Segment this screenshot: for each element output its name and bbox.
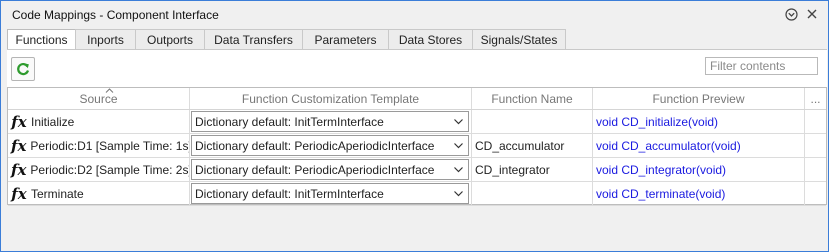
code-mappings-window: Code Mappings - Component Interface Func… xyxy=(0,0,829,252)
window-menu-button[interactable] xyxy=(784,7,798,21)
column-header-label: Source xyxy=(79,92,118,106)
tab-label: Parameters xyxy=(314,32,377,47)
functions-table: Source Function Customization Template F… xyxy=(7,87,827,206)
column-chooser-label: ... xyxy=(810,92,821,106)
fx-icon: fx xyxy=(11,112,27,131)
column-header-source[interactable]: Source xyxy=(8,88,190,110)
extra-cell xyxy=(805,182,826,206)
template-dropdown[interactable]: Dictionary default: InitTermInterface xyxy=(191,183,469,204)
function-name-value: CD_integrator xyxy=(475,162,550,177)
tab-signals-states[interactable]: Signals/States xyxy=(472,29,566,49)
source-label: Periodic:D2 [Sample Time: 2s] xyxy=(30,162,190,177)
template-value: Dictionary default: PeriodicAperiodicInt… xyxy=(195,162,435,177)
function-preview-value: void CD_integrator(void) xyxy=(596,162,727,177)
tab-bar: Functions Inports Outports Data Transfer… xyxy=(7,29,566,50)
source-cell: fx Initialize xyxy=(8,110,190,134)
source-label: Initialize xyxy=(31,114,75,129)
close-button[interactable] xyxy=(805,7,819,21)
tab-label: Data Stores xyxy=(398,32,463,47)
template-cell: Dictionary default: InitTermInterface xyxy=(190,110,472,134)
tab-label: Signals/States xyxy=(480,32,558,47)
column-header-function-preview[interactable]: Function Preview xyxy=(593,88,805,110)
tab-data-transfers[interactable]: Data Transfers xyxy=(204,29,303,49)
function-preview-cell: void CD_terminate(void) xyxy=(593,182,805,206)
source-cell: fx Periodic:D1 [Sample Time: 1s] xyxy=(8,134,190,158)
tab-label: Data Transfers xyxy=(214,32,293,47)
chevron-down-circle-icon xyxy=(784,7,798,21)
function-name-cell[interactable] xyxy=(472,182,593,206)
tab-label: Inports xyxy=(87,32,124,47)
function-name-value: CD_accumulator xyxy=(475,138,565,153)
refresh-button[interactable] xyxy=(11,57,35,81)
function-name-cell[interactable] xyxy=(472,110,593,134)
function-preview-cell: void CD_integrator(void) xyxy=(593,158,805,182)
column-header-function-name[interactable]: Function Name xyxy=(472,88,593,110)
source-label: Periodic:D1 [Sample Time: 1s] xyxy=(30,138,190,153)
template-value: Dictionary default: InitTermInterface xyxy=(195,114,384,129)
function-preview-value: void CD_initialize(void) xyxy=(596,114,719,129)
table-row[interactable]: fx Terminate Dictionary default: InitTer… xyxy=(8,182,826,206)
function-preview-value: void CD_terminate(void) xyxy=(596,186,726,201)
tab-label: Outports xyxy=(146,32,194,47)
table-row[interactable]: fx Periodic:D1 [Sample Time: 1s] Diction… xyxy=(8,134,826,158)
template-dropdown[interactable]: Dictionary default: PeriodicAperiodicInt… xyxy=(191,135,469,156)
template-dropdown[interactable]: Dictionary default: InitTermInterface xyxy=(191,111,469,132)
filter-contents-input[interactable] xyxy=(705,57,818,75)
column-header-template[interactable]: Function Customization Template xyxy=(190,88,472,110)
extra-cell xyxy=(805,110,826,134)
template-value: Dictionary default: PeriodicAperiodicInt… xyxy=(195,138,435,153)
table-row[interactable]: fx Periodic:D2 [Sample Time: 2s] Diction… xyxy=(8,158,826,182)
title-bar: Code Mappings - Component Interface xyxy=(1,1,828,27)
template-value: Dictionary default: InitTermInterface xyxy=(195,186,384,201)
source-label: Terminate xyxy=(31,186,84,201)
chevron-down-icon xyxy=(454,191,463,197)
source-cell: fx Terminate xyxy=(8,182,190,206)
tab-label: Functions xyxy=(15,33,68,47)
window-title: Code Mappings - Component Interface xyxy=(12,8,219,22)
column-header-label: Function Customization Template xyxy=(241,92,420,106)
column-header-label: Function Name xyxy=(491,92,573,106)
source-cell: fx Periodic:D2 [Sample Time: 2s] xyxy=(8,158,190,182)
template-cell: Dictionary default: PeriodicAperiodicInt… xyxy=(190,158,472,182)
template-dropdown[interactable]: Dictionary default: PeriodicAperiodicInt… xyxy=(191,159,469,180)
fx-icon: fx xyxy=(11,184,27,203)
fx-icon: fx xyxy=(11,136,27,155)
tab-data-stores[interactable]: Data Stores xyxy=(388,29,473,49)
tab-inports[interactable]: Inports xyxy=(75,29,136,49)
sort-ascending-icon xyxy=(105,88,114,93)
template-cell: Dictionary default: PeriodicAperiodicInt… xyxy=(190,134,472,158)
function-preview-cell: void CD_initialize(void) xyxy=(593,110,805,134)
function-name-cell[interactable]: CD_accumulator xyxy=(472,134,593,158)
function-preview-cell: void CD_accumulator(void) xyxy=(593,134,805,158)
column-header-label: Function Preview xyxy=(652,92,745,106)
template-cell: Dictionary default: InitTermInterface xyxy=(190,182,472,206)
extra-cell xyxy=(805,158,826,182)
chevron-down-icon xyxy=(454,167,463,173)
column-chooser-button[interactable]: ... xyxy=(805,88,826,110)
function-name-cell[interactable]: CD_integrator xyxy=(472,158,593,182)
chevron-down-icon xyxy=(454,143,463,149)
chevron-down-icon xyxy=(454,119,463,125)
extra-cell xyxy=(805,134,826,158)
function-preview-value: void CD_accumulator(void) xyxy=(596,138,741,153)
tab-functions[interactable]: Functions xyxy=(7,29,76,50)
tab-outports[interactable]: Outports xyxy=(135,29,205,49)
table-row[interactable]: fx Initialize Dictionary default: InitTe… xyxy=(8,110,826,134)
refresh-icon xyxy=(17,62,30,76)
close-icon xyxy=(807,9,817,19)
toolbar xyxy=(7,49,827,87)
fx-icon: fx xyxy=(11,160,27,179)
tab-parameters[interactable]: Parameters xyxy=(302,29,389,49)
